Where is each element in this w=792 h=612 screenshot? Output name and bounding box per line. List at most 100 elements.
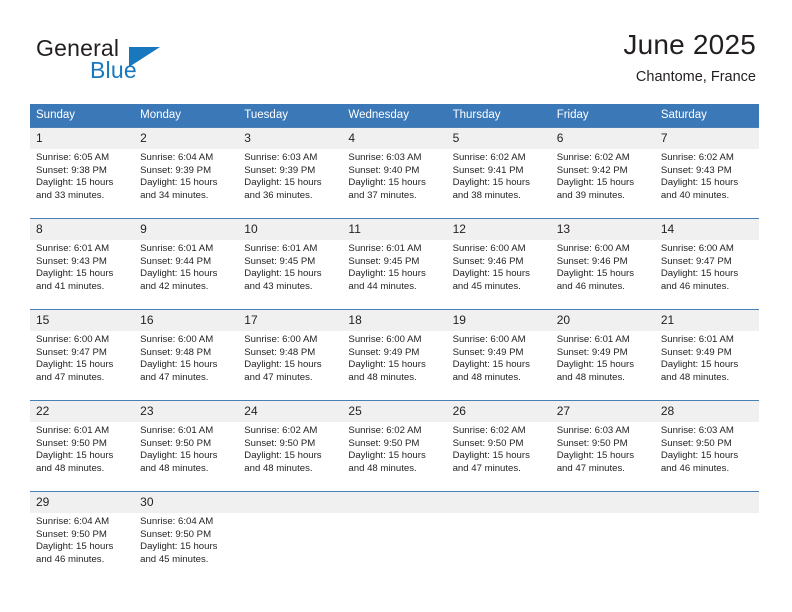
daylight-text-line2: and 48 minutes. — [452, 371, 521, 383]
day-details: Sunrise: 6:00 AM Sunset: 9:48 PM Daylight:… — [134, 331, 238, 384]
day-cell[interactable]: 11 Sunrise: 6:01 AM Sunset: 9:45 PM Dayligh… — [342, 218, 447, 310]
daylight-text-line1: Daylight: 15 hours — [556, 359, 635, 371]
day-cell[interactable]: 12 Sunrise: 6:00 AM Sunset: 9:46 PM Dayligh… — [446, 218, 551, 310]
day-cell[interactable]: 30 Sunrise: 6:04 AM Sunset: 9:50 PM Dayligh… — [134, 491, 239, 582]
sunrise-text: Sunrise: 6:02 AM — [452, 152, 526, 163]
day-details: Sunrise: 6:01 AM Sunset: 9:45 PM Daylight:… — [342, 240, 446, 293]
day-details: Sunrise: 6:01 AM Sunset: 9:44 PM Daylight:… — [134, 240, 238, 293]
day-details: Sunrise: 6:04 AM Sunset: 9:50 PM Daylight:… — [30, 513, 134, 566]
sunset-text: Sunset: 9:50 PM — [452, 437, 524, 449]
day-number: 15 — [30, 310, 135, 331]
week-row: 29 Sunrise: 6:04 AM Sunset: 9:50 PM Dayligh… — [30, 491, 759, 582]
sunrise-text: Sunrise: 6:01 AM — [348, 243, 422, 254]
day-cell[interactable]: 19 Sunrise: 6:00 AM Sunset: 9:49 PM Dayligh… — [446, 309, 551, 401]
day-cell[interactable]: 9 Sunrise: 6:01 AM Sunset: 9:44 PM Daylight… — [134, 218, 239, 310]
day-number: 2 — [134, 128, 239, 149]
sunrise-text: Sunrise: 6:04 AM — [140, 152, 214, 163]
day-cell[interactable]: 8 Sunrise: 6:01 AM Sunset: 9:43 PM Daylight… — [30, 218, 135, 310]
daylight-text-line2: and 48 minutes. — [556, 371, 625, 383]
weekday-header-tuesday: Tuesday — [238, 104, 343, 128]
sunset-text: Sunset: 9:50 PM — [348, 437, 420, 449]
day-cell[interactable]: 23 Sunrise: 6:01 AM Sunset: 9:50 PM Dayligh… — [134, 400, 239, 492]
day-details: Sunrise: 6:05 AM Sunset: 9:38 PM Daylight:… — [30, 149, 134, 202]
day-cell[interactable]: 13 Sunrise: 6:00 AM Sunset: 9:46 PM Dayligh… — [550, 218, 655, 310]
sunset-text: Sunset: 9:47 PM — [660, 255, 732, 267]
daylight-text-line1: Daylight: 15 hours — [348, 268, 426, 280]
sunset-text: Sunset: 9:44 PM — [140, 255, 212, 267]
day-number: 24 — [238, 401, 343, 422]
daylight-text-line2: and 38 minutes. — [452, 189, 521, 201]
calendar-body: 1 Sunrise: 6:05 AM Sunset: 9:38 PM Daylight… — [30, 127, 759, 582]
day-cell[interactable]: 16 Sunrise: 6:00 AM Sunset: 9:48 PM Dayligh… — [134, 309, 239, 401]
day-cell[interactable]: 14 Sunrise: 6:00 AM Sunset: 9:47 PM Dayligh… — [654, 218, 759, 310]
day-cell[interactable]: 18 Sunrise: 6:00 AM Sunset: 9:49 PM Dayligh… — [342, 309, 447, 401]
day-number — [446, 492, 551, 513]
daylight-text-line1: Daylight: 15 hours — [348, 450, 426, 462]
day-cell[interactable]: 26 Sunrise: 6:02 AM Sunset: 9:50 PM Dayligh… — [446, 400, 551, 492]
day-cell[interactable]: 15 Sunrise: 6:00 AM Sunset: 9:47 PM Dayligh… — [30, 309, 135, 401]
sunrise-text: Sunrise: 6:05 AM — [36, 152, 110, 163]
day-cell[interactable]: 1 Sunrise: 6:05 AM Sunset: 9:38 PM Daylight… — [30, 127, 135, 219]
daylight-text-line2: and 42 minutes. — [140, 280, 209, 292]
day-cell[interactable]: 27 Sunrise: 6:03 AM Sunset: 9:50 PM Dayligh… — [550, 400, 655, 492]
day-cell[interactable]: 20 Sunrise: 6:01 AM Sunset: 9:49 PM Dayligh… — [550, 309, 655, 401]
day-cell[interactable]: 17 Sunrise: 6:00 AM Sunset: 9:48 PM Dayligh… — [238, 309, 343, 401]
day-cell[interactable]: 3 Sunrise: 6:03 AM Sunset: 9:39 PM Daylight… — [238, 127, 343, 219]
day-details: Sunrise: 6:00 AM Sunset: 9:49 PM Daylight:… — [447, 331, 551, 384]
daylight-text-line1: Daylight: 15 hours — [244, 450, 322, 462]
sunrise-text: Sunrise: 6:02 AM — [660, 152, 734, 163]
weekday-header-thursday: Thursday — [446, 104, 551, 128]
sunset-text: Sunset: 9:43 PM — [36, 255, 107, 267]
daylight-text-line2: and 48 minutes. — [140, 462, 209, 474]
day-cell[interactable]: 5 Sunrise: 6:02 AM Sunset: 9:41 PM Daylight… — [446, 127, 551, 219]
daylight-text-line1: Daylight: 15 hours — [660, 450, 739, 462]
day-number: 12 — [446, 219, 551, 240]
daylight-text-line2: and 45 minutes. — [452, 280, 521, 292]
daylight-text-line2: and 48 minutes. — [348, 371, 417, 383]
daylight-text-line1: Daylight: 15 hours — [140, 177, 218, 189]
sunset-text: Sunset: 9:48 PM — [140, 346, 212, 358]
day-number: 30 — [134, 492, 239, 513]
day-cell[interactable]: 29 Sunrise: 6:04 AM Sunset: 9:50 PM Dayligh… — [30, 491, 135, 582]
daylight-text-line1: Daylight: 15 hours — [452, 359, 530, 371]
day-cell-empty — [238, 491, 343, 582]
day-cell-empty — [342, 491, 447, 582]
daylight-text-line1: Daylight: 15 hours — [660, 268, 739, 280]
sunset-text: Sunset: 9:46 PM — [556, 255, 628, 267]
sunset-text: Sunset: 9:48 PM — [244, 346, 316, 358]
day-number: 22 — [30, 401, 135, 422]
day-number: 7 — [654, 128, 759, 149]
day-details: Sunrise: 6:01 AM Sunset: 9:45 PM Daylight:… — [238, 240, 342, 293]
daylight-text-line1: Daylight: 15 hours — [348, 359, 426, 371]
sunrise-text: Sunrise: 6:03 AM — [556, 425, 630, 436]
day-cell[interactable]: 22 Sunrise: 6:01 AM Sunset: 9:50 PM Dayligh… — [30, 400, 135, 492]
day-cell[interactable]: 2 Sunrise: 6:04 AM Sunset: 9:39 PM Daylight… — [134, 127, 239, 219]
sunrise-text: Sunrise: 6:00 AM — [660, 243, 734, 254]
day-cell[interactable]: 10 Sunrise: 6:01 AM Sunset: 9:45 PM Dayligh… — [238, 218, 343, 310]
sunrise-text: Sunrise: 6:01 AM — [556, 334, 630, 345]
weekday-header-wednesday: Wednesday — [342, 104, 447, 128]
day-details: Sunrise: 6:01 AM Sunset: 9:49 PM Daylight:… — [655, 331, 759, 384]
day-cell[interactable]: 28 Sunrise: 6:03 AM Sunset: 9:50 PM Dayligh… — [654, 400, 759, 492]
day-cell[interactable]: 21 Sunrise: 6:01 AM Sunset: 9:49 PM Dayligh… — [654, 309, 759, 401]
daylight-text-line1: Daylight: 15 hours — [36, 541, 114, 553]
daylight-text-line2: and 37 minutes. — [348, 189, 417, 201]
day-number: 3 — [238, 128, 343, 149]
sunrise-text: Sunrise: 6:01 AM — [660, 334, 734, 345]
day-cell-empty — [654, 491, 759, 582]
daylight-text-line2: and 48 minutes. — [36, 462, 105, 474]
sunset-text: Sunset: 9:43 PM — [660, 164, 732, 176]
daylight-text-line1: Daylight: 15 hours — [660, 359, 739, 371]
day-number: 8 — [30, 219, 135, 240]
day-cell[interactable]: 6 Sunrise: 6:02 AM Sunset: 9:42 PM Daylight… — [550, 127, 655, 219]
day-cell[interactable]: 25 Sunrise: 6:02 AM Sunset: 9:50 PM Dayligh… — [342, 400, 447, 492]
day-number: 5 — [446, 128, 551, 149]
day-cell[interactable]: 24 Sunrise: 6:02 AM Sunset: 9:50 PM Dayligh… — [238, 400, 343, 492]
day-cell[interactable]: 7 Sunrise: 6:02 AM Sunset: 9:43 PM Daylight… — [654, 127, 759, 219]
daylight-text-line2: and 45 minutes. — [140, 553, 209, 565]
sunset-text: Sunset: 9:40 PM — [348, 164, 420, 176]
weekday-header-row: Sunday Monday Tuesday Wednesday Thursday… — [30, 104, 759, 128]
day-cell[interactable]: 4 Sunrise: 6:03 AM Sunset: 9:40 PM Daylight… — [342, 127, 447, 219]
page-header: General Blue June 2025 Chantome, France — [0, 0, 792, 100]
sunrise-text: Sunrise: 6:03 AM — [660, 425, 734, 436]
